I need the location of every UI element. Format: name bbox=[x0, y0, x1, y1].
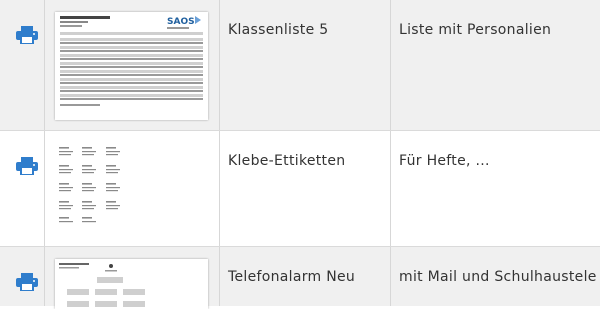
table-row: Telefonalarm Neu mit Mail und Schulhaust… bbox=[0, 246, 600, 309]
printer-icon[interactable] bbox=[16, 26, 38, 44]
report-name[interactable]: Klassenliste 5 bbox=[228, 22, 328, 38]
printer-icon[interactable] bbox=[16, 273, 38, 291]
report-name[interactable]: Telefonalarm Neu bbox=[228, 269, 355, 285]
table-row: Klebe-Ettiketten Für Hefte, ... bbox=[0, 130, 600, 246]
thumbnail-cell bbox=[45, 247, 220, 309]
report-description: mit Mail und Schulhaustele bbox=[399, 269, 597, 285]
printer-icon[interactable] bbox=[16, 157, 38, 175]
report-thumbnail[interactable]: SAOS bbox=[55, 12, 208, 120]
report-description: Für Hefte, ... bbox=[399, 153, 490, 169]
thumbnail-cell bbox=[45, 131, 220, 246]
table-row: SAOS Klassenliste 5 Liste mit Personalie… bbox=[0, 0, 600, 130]
print-cell bbox=[0, 0, 45, 130]
name-cell: Klassenliste 5 bbox=[220, 0, 391, 130]
label-sheet-thumbnail[interactable] bbox=[55, 143, 208, 225]
description-cell: Liste mit Personalien bbox=[391, 0, 600, 130]
print-cell bbox=[0, 247, 45, 306]
report-description: Liste mit Personalien bbox=[399, 22, 552, 38]
report-name[interactable]: Klebe-Ettiketten bbox=[228, 153, 345, 169]
description-cell: Für Hefte, ... bbox=[391, 131, 600, 246]
phone-tree-thumbnail[interactable] bbox=[55, 259, 208, 309]
brand-logo: SAOS bbox=[167, 17, 195, 27]
report-table: SAOS Klassenliste 5 Liste mit Personalie… bbox=[0, 0, 600, 309]
thumbnail-cell: SAOS bbox=[45, 0, 220, 130]
description-cell: mit Mail und Schulhaustele bbox=[391, 247, 600, 306]
print-cell bbox=[0, 131, 45, 246]
name-cell: Telefonalarm Neu bbox=[220, 247, 391, 306]
name-cell: Klebe-Ettiketten bbox=[220, 131, 391, 246]
